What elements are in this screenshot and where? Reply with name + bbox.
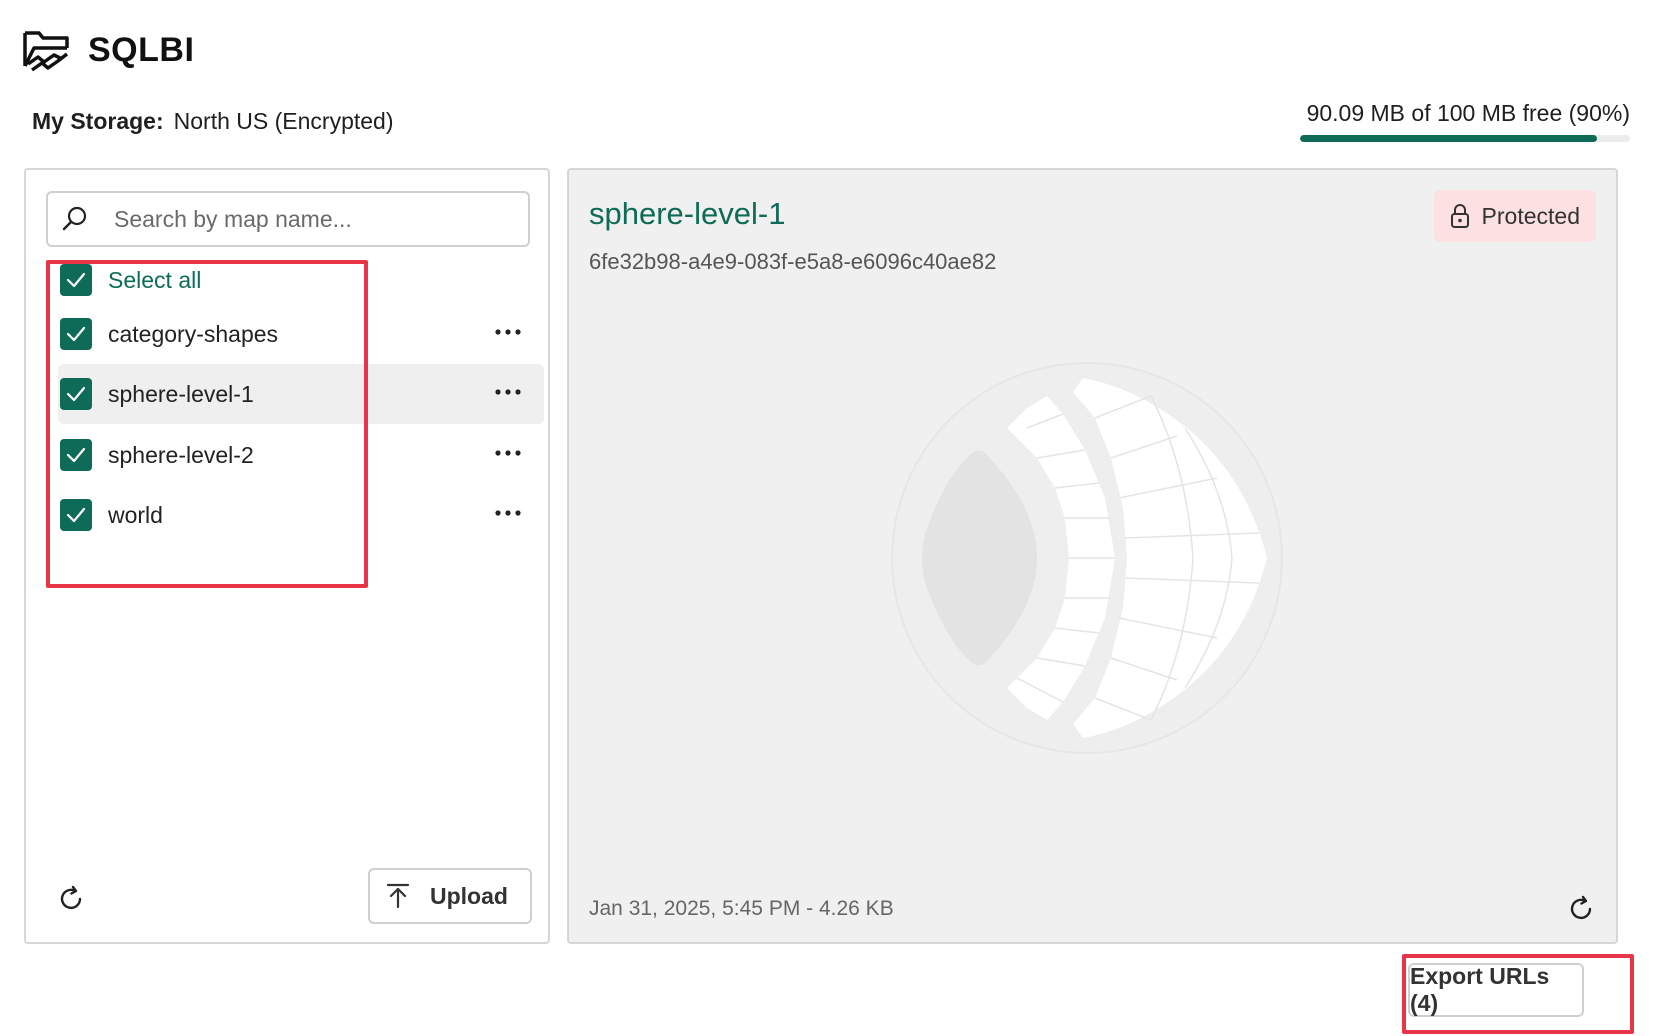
list-item[interactable]: category-shapes bbox=[58, 304, 544, 364]
item-label: category-shapes bbox=[108, 320, 279, 347]
item-checkbox[interactable] bbox=[60, 439, 92, 471]
more-options-icon[interactable] bbox=[492, 501, 524, 525]
item-checkbox[interactable] bbox=[60, 378, 92, 410]
map-preview bbox=[887, 358, 1287, 763]
map-title: sphere-level-1 bbox=[589, 196, 786, 231]
upload-button[interactable]: Upload bbox=[368, 868, 532, 924]
search-icon bbox=[62, 206, 87, 231]
search-box[interactable] bbox=[46, 191, 530, 247]
list-item[interactable]: world bbox=[58, 485, 544, 545]
storage-info: My Storage: North US (Encrypted) bbox=[32, 108, 394, 135]
refresh-icon[interactable] bbox=[1566, 894, 1596, 924]
item-label: sphere-level-2 bbox=[108, 441, 254, 468]
select-all-row[interactable]: Select all bbox=[58, 250, 544, 310]
quota-text: 90.09 MB of 100 MB free (90%) bbox=[1306, 100, 1630, 126]
list-item[interactable]: sphere-level-1 bbox=[58, 364, 544, 424]
item-label: sphere-level-1 bbox=[108, 380, 254, 407]
check-icon bbox=[66, 272, 86, 288]
check-icon bbox=[66, 326, 86, 342]
lock-icon bbox=[1450, 204, 1469, 228]
storage-quota: 90.09 MB of 100 MB free (90%) bbox=[1300, 100, 1630, 142]
select-all-checkbox[interactable] bbox=[60, 264, 92, 296]
more-options-icon[interactable] bbox=[492, 441, 524, 465]
badge-label: Protected bbox=[1481, 202, 1580, 229]
export-urls-button[interactable]: Export URLs (4) bbox=[1408, 963, 1584, 1017]
refresh-icon[interactable] bbox=[56, 884, 86, 914]
check-icon bbox=[66, 386, 86, 402]
folder-map-icon bbox=[22, 28, 70, 72]
search-input[interactable] bbox=[112, 204, 496, 234]
storage-label: My Storage: bbox=[32, 108, 164, 134]
check-icon bbox=[66, 507, 86, 523]
select-all-label: Select all bbox=[108, 266, 202, 293]
check-icon bbox=[66, 447, 86, 463]
upload-label: Upload bbox=[430, 882, 508, 909]
quota-bar bbox=[1300, 135, 1630, 142]
storage-region: North US (Encrypted) bbox=[173, 108, 394, 134]
list-item[interactable]: sphere-level-2 bbox=[58, 425, 544, 485]
map-detail-panel: sphere-level-1 6fe32b98-a4e9-083f-e5a8-e… bbox=[567, 168, 1618, 944]
quota-bar-fill bbox=[1300, 135, 1597, 142]
map-list-panel: Select all category-shapes sphere-level-… bbox=[24, 168, 550, 944]
brand-name: SQLBI bbox=[88, 30, 195, 69]
map-meta: Jan 31, 2025, 5:45 PM - 4.26 KB bbox=[589, 897, 894, 920]
item-checkbox[interactable] bbox=[60, 318, 92, 350]
more-options-icon[interactable] bbox=[492, 320, 524, 344]
item-label: world bbox=[108, 501, 163, 528]
protected-badge: Protected bbox=[1433, 190, 1596, 242]
brand: SQLBI bbox=[22, 28, 194, 72]
more-options-icon[interactable] bbox=[492, 380, 524, 404]
map-id: 6fe32b98-a4e9-083f-e5a8-e6096c40ae82 bbox=[589, 249, 997, 274]
upload-icon bbox=[386, 883, 410, 909]
item-checkbox[interactable] bbox=[60, 499, 92, 531]
